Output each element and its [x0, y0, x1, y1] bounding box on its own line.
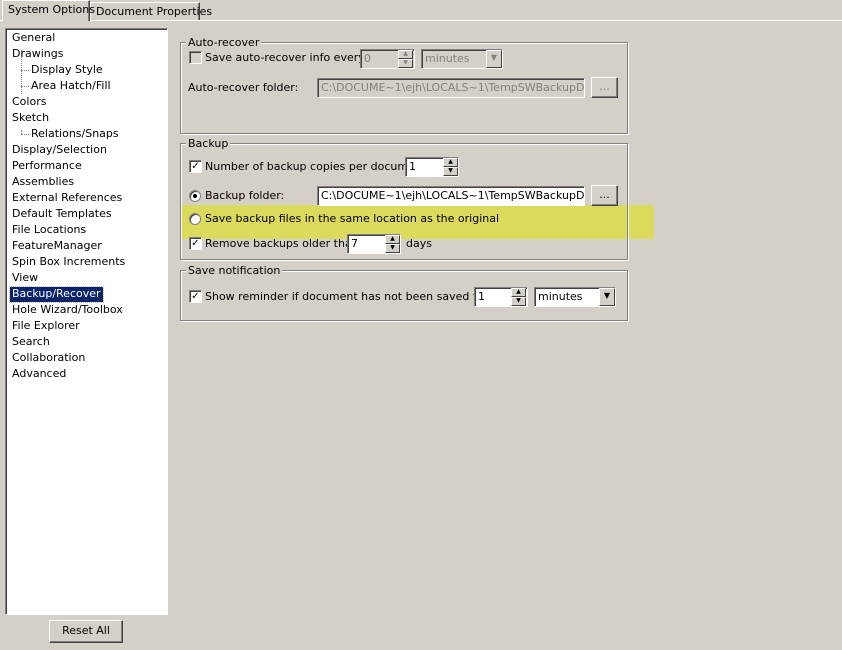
backup-copies-label: Number of backup copies per document: — [205, 160, 430, 173]
spin-up-icon[interactable]: ▲ — [511, 288, 526, 297]
spin-up-icon[interactable]: ▲ — [385, 235, 400, 244]
save-reminder-spinner[interactable]: ▲ ▼ — [511, 288, 526, 306]
tree-item-relations-snaps[interactable]: Relations/Snaps — [29, 127, 121, 142]
tree-item-search[interactable]: Search — [10, 335, 52, 350]
auto-recover-interval-spinner[interactable]: ▲ ▼ — [398, 50, 413, 68]
radio-dot-icon — [193, 194, 197, 198]
tree-connector — [21, 134, 29, 135]
backup-browse-button[interactable]: ... — [591, 185, 618, 206]
remove-backups-unit: days — [406, 237, 432, 250]
auto-recover-folder-label: Auto-recover folder: — [188, 81, 299, 94]
tree-item-display-style[interactable]: Display Style — [29, 63, 105, 78]
tab-system-options-label: System Options — [8, 3, 95, 16]
tree-item-spin-box-increments[interactable]: Spin Box Increments — [10, 255, 127, 270]
auto-recover-folder-input[interactable]: C:\DOCUME~1\ejh\LOCALS~1\TempSWBackupDir… — [317, 78, 585, 98]
auto-recover-save-label: Save auto-recover info every: — [205, 51, 368, 64]
backup-folder-radio[interactable] — [189, 190, 201, 202]
spin-down-icon[interactable]: ▼ — [385, 244, 400, 253]
save-reminder-label: Show reminder if document has not been s… — [205, 290, 492, 303]
spin-up-icon[interactable]: ▲ — [443, 158, 458, 167]
auto-recover-browse-button[interactable]: ... — [591, 77, 618, 98]
checkmark-icon: ✓ — [191, 238, 200, 249]
tree-connector — [21, 70, 29, 71]
tree-item-external-references[interactable]: External References — [10, 191, 124, 206]
tree-item-default-templates[interactable]: Default Templates — [10, 207, 114, 222]
remove-backups-checkbox[interactable]: ✓ — [189, 237, 202, 250]
remove-backups-spinner[interactable]: ▲ ▼ — [385, 235, 400, 253]
tree-item-hole-wizard-toolbox[interactable]: Hole Wizard/Toolbox — [10, 303, 125, 318]
spin-down-icon[interactable]: ▼ — [511, 297, 526, 306]
tree-item-file-locations[interactable]: File Locations — [10, 223, 88, 238]
tree-item-colors[interactable]: Colors — [10, 95, 48, 110]
tree-item-drawings[interactable]: Drawings — [10, 47, 65, 62]
reset-all-label: Reset All — [62, 624, 110, 637]
checkmark-icon: ✓ — [191, 291, 200, 302]
tree-item-general[interactable]: General — [10, 31, 57, 46]
tab-document-properties-label: Document Properties — [96, 5, 213, 18]
backup-folder-input[interactable]: C:\DOCUME~1\ejh\LOCALS~1\TempSWBackupDir… — [317, 186, 585, 206]
backup-copies-spinner[interactable]: ▲ ▼ — [443, 158, 458, 176]
tab-document-properties[interactable]: Document Properties — [90, 2, 212, 21]
checkmark-icon: ✓ — [191, 161, 200, 172]
reset-all-button[interactable]: Reset All — [49, 620, 123, 643]
backup-browse-label: ... — [599, 188, 610, 201]
auto-recover-browse-label: ... — [599, 80, 610, 93]
auto-recover-checkbox[interactable] — [189, 51, 202, 64]
tree-item-file-explorer[interactable]: File Explorer — [10, 319, 82, 334]
auto-recover-legend: Auto-recover — [186, 36, 262, 49]
spin-down-icon[interactable]: ▼ — [398, 59, 413, 68]
spin-up-icon[interactable]: ▲ — [398, 50, 413, 59]
same-location-label: Save backup files in the same location a… — [205, 212, 500, 225]
tree-item-collaboration[interactable]: Collaboration — [10, 351, 87, 366]
tree-item-advanced[interactable]: Advanced — [10, 367, 68, 382]
tree-item-featuremanager[interactable]: FeatureManager — [10, 239, 104, 254]
same-location-radio[interactable] — [189, 213, 201, 225]
save-reminder-checkbox[interactable]: ✓ — [189, 290, 202, 303]
tree-item-view[interactable]: View — [10, 271, 40, 286]
tree-item-assemblies[interactable]: Assemblies — [10, 175, 76, 190]
options-tree[interactable]: General Drawings Display Style Area Hatc… — [5, 28, 168, 615]
tab-strip-border — [0, 20, 842, 21]
tree-item-backup-recover[interactable]: Backup/Recover — [9, 286, 104, 303]
save-notification-legend: Save notification — [186, 264, 283, 277]
chevron-down-icon[interactable]: ▼ — [486, 50, 502, 68]
tree-item-sketch[interactable]: Sketch — [10, 111, 51, 126]
chevron-down-icon[interactable]: ▼ — [599, 288, 615, 306]
remove-backups-label: Remove backups older than — [205, 237, 359, 250]
tree-item-display-selection[interactable]: Display/Selection — [10, 143, 109, 158]
backup-legend: Backup — [186, 137, 231, 150]
tree-item-performance[interactable]: Performance — [10, 159, 84, 174]
backup-folder-label: Backup folder: — [205, 189, 285, 202]
backup-copies-checkbox[interactable]: ✓ — [189, 160, 202, 173]
spin-down-icon[interactable]: ▼ — [443, 167, 458, 176]
tab-system-options[interactable]: System Options — [2, 0, 95, 21]
tree-connector — [21, 86, 29, 87]
tree-item-area-hatch-fill[interactable]: Area Hatch/Fill — [29, 79, 113, 94]
